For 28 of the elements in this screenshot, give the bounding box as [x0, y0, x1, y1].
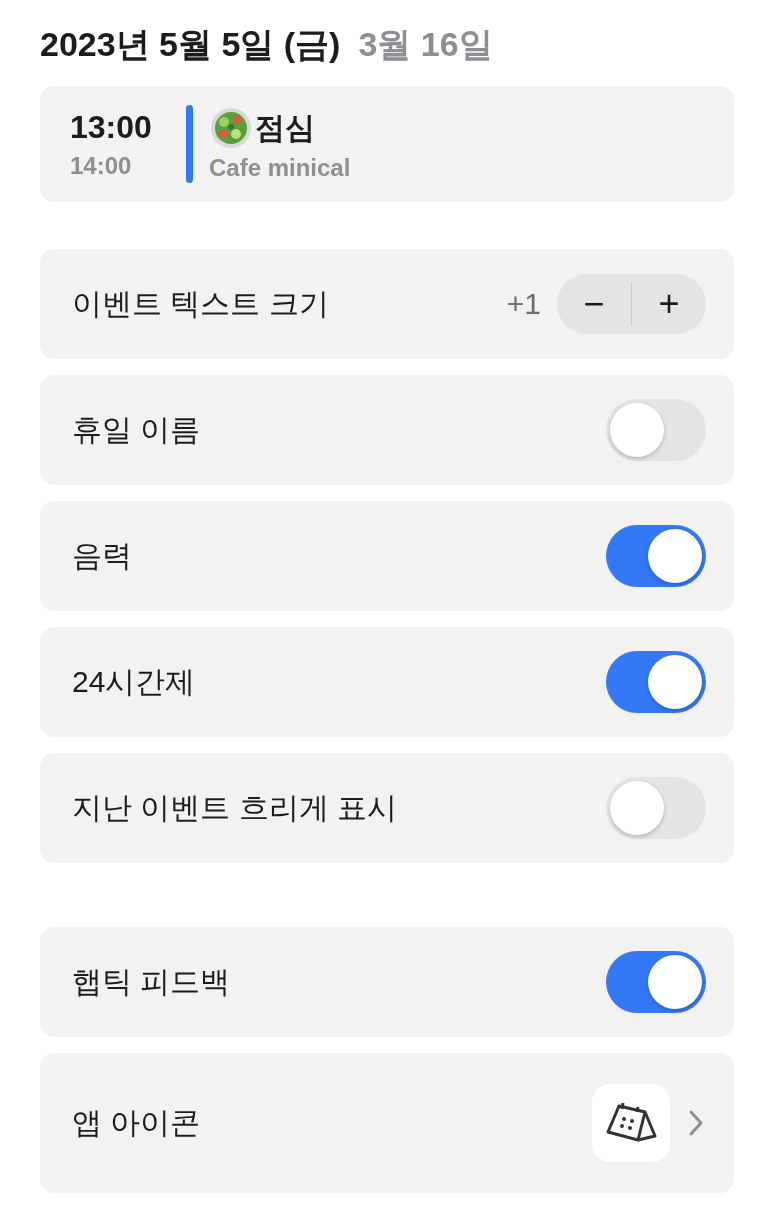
start-time: 13:00	[70, 108, 153, 146]
app-icon[interactable]	[592, 1084, 670, 1162]
end-time: 14:00	[70, 151, 133, 180]
settings-row[interactable]: 24시간제	[40, 627, 734, 737]
setting-label: 음력	[72, 537, 133, 574]
increase-button[interactable]: +	[632, 274, 706, 334]
settings-row[interactable]: 휴일 이름	[40, 375, 734, 485]
setting-label: 앱 아이콘	[72, 1104, 202, 1141]
decrease-button[interactable]: −	[557, 274, 631, 334]
settings-row[interactable]: 지난 이벤트 흐리게 표시	[40, 753, 734, 863]
setting-label: 이벤트 텍스트 크기	[72, 285, 330, 322]
calendar-icon	[605, 1102, 657, 1144]
event-location: Cafe minical	[209, 154, 351, 182]
setting-label: 지난 이벤트 흐리게 표시	[72, 789, 398, 826]
event-card[interactable]: 13:00 14:00 점심 Cafe minical	[40, 86, 734, 202]
setting-label: 햅틱 피드백	[72, 963, 232, 1000]
settings-row[interactable]: 햅틱 피드백	[40, 927, 734, 1037]
settings-row[interactable]: 앱 아이콘	[40, 1053, 734, 1193]
setting-label: 휴일 이름	[72, 411, 202, 448]
settings-row[interactable]: 음력	[40, 501, 734, 611]
chevron-right-icon	[688, 1109, 704, 1137]
lunar-date: 3월 16일	[358, 24, 493, 65]
settings-row[interactable]: 이벤트 텍스트 크기 +1 − +	[40, 249, 734, 359]
salad-icon	[209, 106, 253, 150]
date-heading: 2023년 5월 5일 (금)	[40, 24, 341, 65]
event-title: 점심	[255, 109, 315, 146]
text-size-value: +1	[506, 287, 541, 321]
setting-label: 24시간제	[72, 663, 197, 700]
